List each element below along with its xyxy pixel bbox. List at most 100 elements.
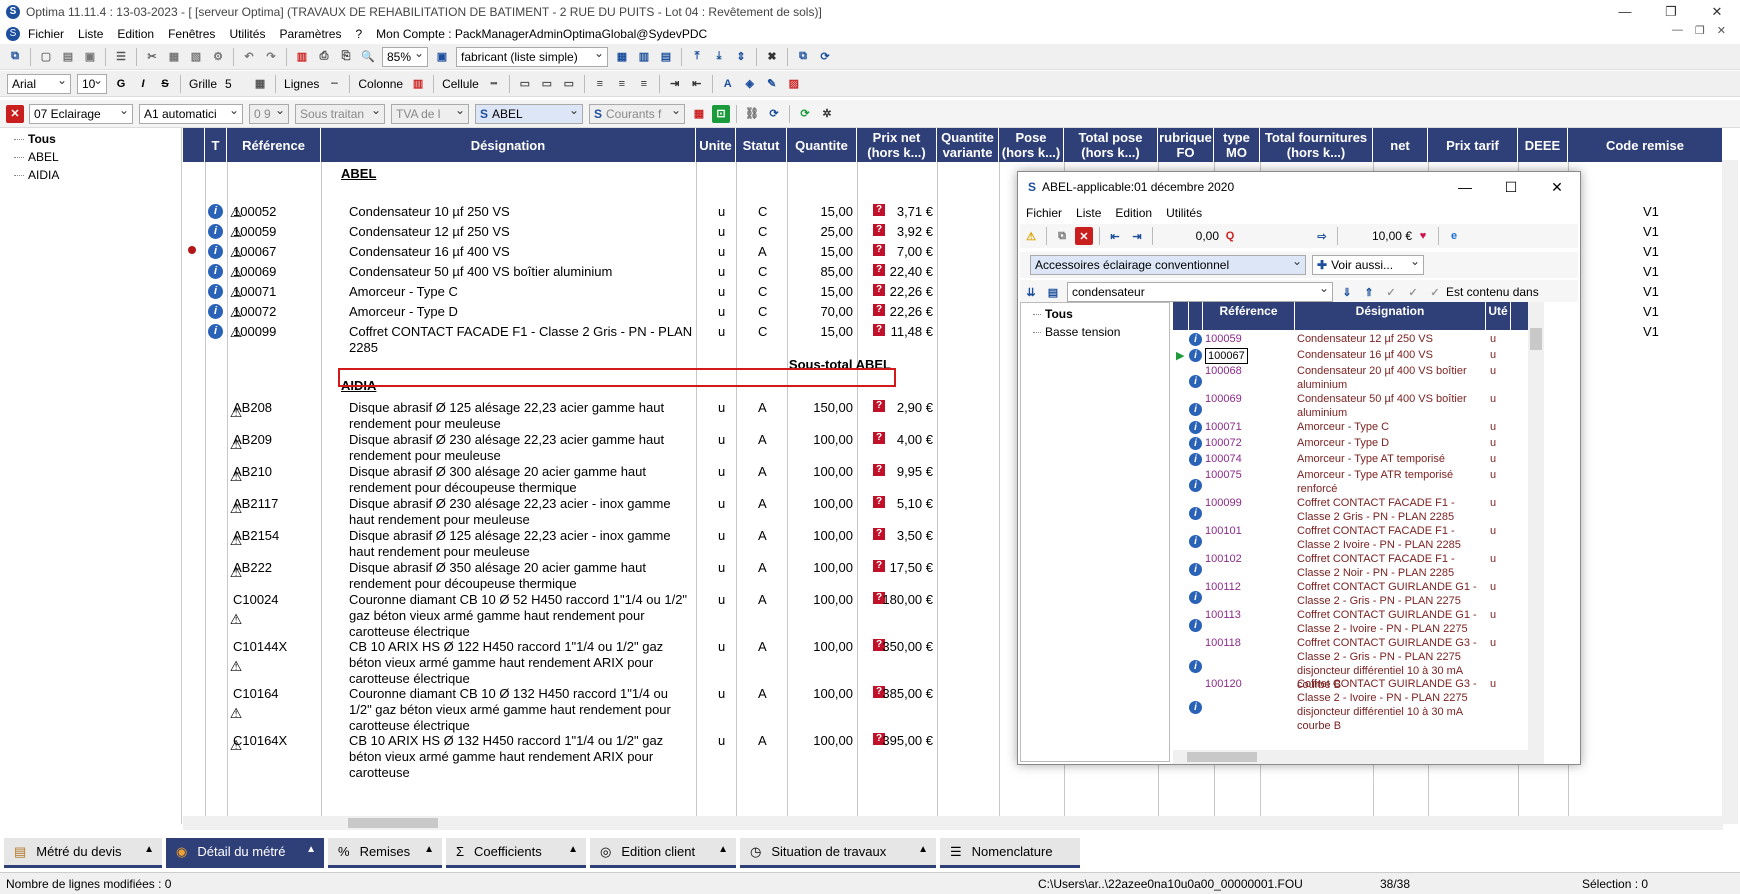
windows-icon[interactable]: ⧉ <box>6 48 24 66</box>
green-sync-icon[interactable]: ⟳ <box>796 105 814 123</box>
tree-item-abel[interactable]: ABEL <box>14 148 181 166</box>
info-icon[interactable]: i <box>208 204 223 219</box>
currents-select[interactable]: S Courants f <box>589 103 685 124</box>
tools-icon[interactable]: ✖ <box>763 48 781 66</box>
info-icon[interactable]: i <box>1189 535 1202 548</box>
sort-down-icon[interactable]: ⇓ <box>1338 283 1356 301</box>
menu-utilites[interactable]: Utilités <box>229 27 265 41</box>
check2-icon[interactable]: ✓ <box>1404 283 1422 301</box>
col-net[interactable]: net <box>1373 128 1428 162</box>
info-icon[interactable]: i <box>1189 563 1202 576</box>
cell-statut[interactable]: A <box>758 592 767 608</box>
cell-quantite[interactable]: 150,00 <box>797 400 853 416</box>
col-statut[interactable]: Statut <box>736 128 787 162</box>
col-code-remise[interactable]: Code remise <box>1568 128 1723 162</box>
cell-prix-net[interactable]: 7,00 € <box>873 244 933 260</box>
link-icon[interactable]: ⛓ <box>743 105 761 123</box>
cell-reference[interactable]: 100099 <box>233 324 276 340</box>
col-quantite-variante[interactable]: Quantite variante <box>937 128 999 162</box>
cell-quantite[interactable]: 15,00 <box>797 284 853 300</box>
cell-prix-net[interactable]: 385,00 € <box>873 686 933 702</box>
dialog-nav1-icon[interactable]: ⇤ <box>1106 227 1124 245</box>
cell-statut[interactable]: A <box>758 560 767 576</box>
restore-icon[interactable]: ❐ <box>1648 0 1694 24</box>
cut-icon[interactable]: ✂ <box>143 48 161 66</box>
list-item-designation[interactable]: Coffret CONTACT FACADE F1 - Classe 2 Ivo… <box>1297 524 1485 552</box>
num-select[interactable]: 0 9 <box>249 103 289 124</box>
cell-reference[interactable]: AB208 <box>233 400 272 416</box>
cell-designation[interactable]: Amorceur - Type C <box>349 284 694 300</box>
cell-quantite[interactable]: 100,00 <box>797 560 853 576</box>
pdf-icon[interactable]: ▥ <box>293 48 311 66</box>
cell-reference[interactable]: 100072 <box>233 304 276 320</box>
col-rubrique-fo[interactable]: rubrique FO <box>1158 128 1214 162</box>
cell-quantite[interactable]: 100,00 <box>797 733 853 749</box>
cell-quantite[interactable]: 70,00 <box>797 304 853 320</box>
cell-unite[interactable]: u <box>718 324 725 340</box>
cell-reference[interactable]: 100052 <box>233 204 276 220</box>
list-item[interactable]: i 100059 Condensateur 12 µf 250 VS u <box>1173 332 1531 348</box>
cell-designation[interactable]: Disque abrasif Ø 125 alésage 22,23 acier… <box>349 528 694 560</box>
cell-designation[interactable]: Disque abrasif Ø 125 alésage 22,23 acier… <box>349 400 694 432</box>
cell-designation[interactable]: Couronne diamant CB 10 Ø 132 H450 raccor… <box>349 686 694 734</box>
grid-icon-2[interactable]: ▥ <box>635 48 653 66</box>
mdi-restore-icon[interactable]: ❐ <box>1695 24 1705 37</box>
cell-designation[interactable]: Condensateur 12 µf 250 VS <box>349 224 694 240</box>
list-item[interactable]: i 100068 Condensateur 20 µf 400 VS boîti… <box>1173 364 1531 392</box>
cell-reference[interactable]: AB222 <box>233 560 272 576</box>
preview-icon[interactable]: 🔍 <box>359 48 377 66</box>
list-item-designation[interactable]: Coffret CONTACT GUIRLANDE G1 - Classe 2 … <box>1297 580 1485 608</box>
cell-unite[interactable]: u <box>718 244 725 260</box>
cell-unite[interactable]: u <box>718 639 725 655</box>
cell-unite[interactable]: u <box>718 432 725 448</box>
list-item-unit[interactable]: u <box>1490 580 1496 594</box>
list-item-reference[interactable]: 100113 <box>1205 608 1241 622</box>
mdi-close-icon[interactable]: ✕ <box>1717 24 1726 37</box>
fill-color-icon[interactable]: ◈ <box>741 75 759 93</box>
cell-prix-net[interactable]: 3,50 € <box>873 528 933 544</box>
list-item-designation[interactable]: Amorceur - Type ATR temporisé renforcé <box>1297 468 1485 496</box>
cell-prix-net[interactable]: 5,10 € <box>873 496 933 512</box>
cell-prix-net[interactable]: 4,00 € <box>873 432 933 448</box>
tab-edition-client[interactable]: ◎ Edition client ▲ <box>590 838 736 868</box>
refresh-icon[interactable]: ⟳ <box>765 105 783 123</box>
cell-statut[interactable]: A <box>758 686 767 702</box>
dialog-value-2[interactable]: 10,00 € <box>1342 229 1412 243</box>
cell-statut[interactable]: C <box>758 204 767 220</box>
print-icon[interactable]: ⎙ <box>315 48 333 66</box>
duplicate-icon[interactable]: ▧ <box>187 48 205 66</box>
cell-designation[interactable]: Disque abrasif Ø 230 alésage 22,23 acier… <box>349 496 694 528</box>
see-also-button[interactable]: ✚ Voir aussi... <box>1312 254 1424 275</box>
search-value-icon[interactable]: Q <box>1221 227 1239 245</box>
list-item-reference[interactable]: 100074 <box>1205 452 1242 466</box>
view-select[interactable]: fabricant (liste simple) <box>456 46 608 67</box>
list-item-reference[interactable]: 100059 <box>1205 332 1242 346</box>
cell-designation[interactable]: Coffret CONTACT FACADE F1 - Classe 2 Gri… <box>349 324 694 356</box>
list-item-designation[interactable]: Amorceur - Type D <box>1297 436 1485 450</box>
cell-prix-net[interactable]: 9,95 € <box>873 464 933 480</box>
border-3-icon[interactable]: ▭ <box>560 75 578 93</box>
cell-statut[interactable]: A <box>758 528 767 544</box>
menu-account[interactable]: Mon Compte : PackManagerAdminOptimaGloba… <box>376 27 707 41</box>
dialog-tree-basse-tension[interactable]: Basse tension <box>1033 323 1169 341</box>
cell-unite[interactable]: u <box>718 284 725 300</box>
cell-designation[interactable]: Condensateur 10 µf 250 VS <box>349 204 694 220</box>
cell-statut[interactable]: C <box>758 224 767 240</box>
grid-vertical-scrollbar[interactable] <box>1722 160 1738 824</box>
info-icon[interactable]: i <box>1189 403 1202 416</box>
cell-unite[interactable]: u <box>718 592 725 608</box>
cell-prix-net[interactable]: 22,26 € <box>873 304 933 320</box>
list-item[interactable]: i 100101 Coffret CONTACT FACADE F1 - Cla… <box>1173 524 1531 552</box>
text-color-icon[interactable]: A <box>719 75 737 93</box>
list-item-unit[interactable]: u <box>1490 468 1496 482</box>
info-icon[interactable]: i <box>1189 619 1202 632</box>
info-icon[interactable]: i <box>1189 479 1202 492</box>
info-icon[interactable]: i <box>1189 591 1202 604</box>
app-menu-icon[interactable]: S <box>6 27 20 41</box>
cell-reference[interactable]: C10144X <box>233 639 287 655</box>
col-t[interactable]: T <box>205 128 227 162</box>
cell-prix-net[interactable]: 3,71 € <box>873 204 933 220</box>
menu-help[interactable]: ? <box>355 27 362 41</box>
font-select[interactable]: Arial <box>7 73 71 94</box>
info-icon[interactable]: i <box>208 264 223 279</box>
